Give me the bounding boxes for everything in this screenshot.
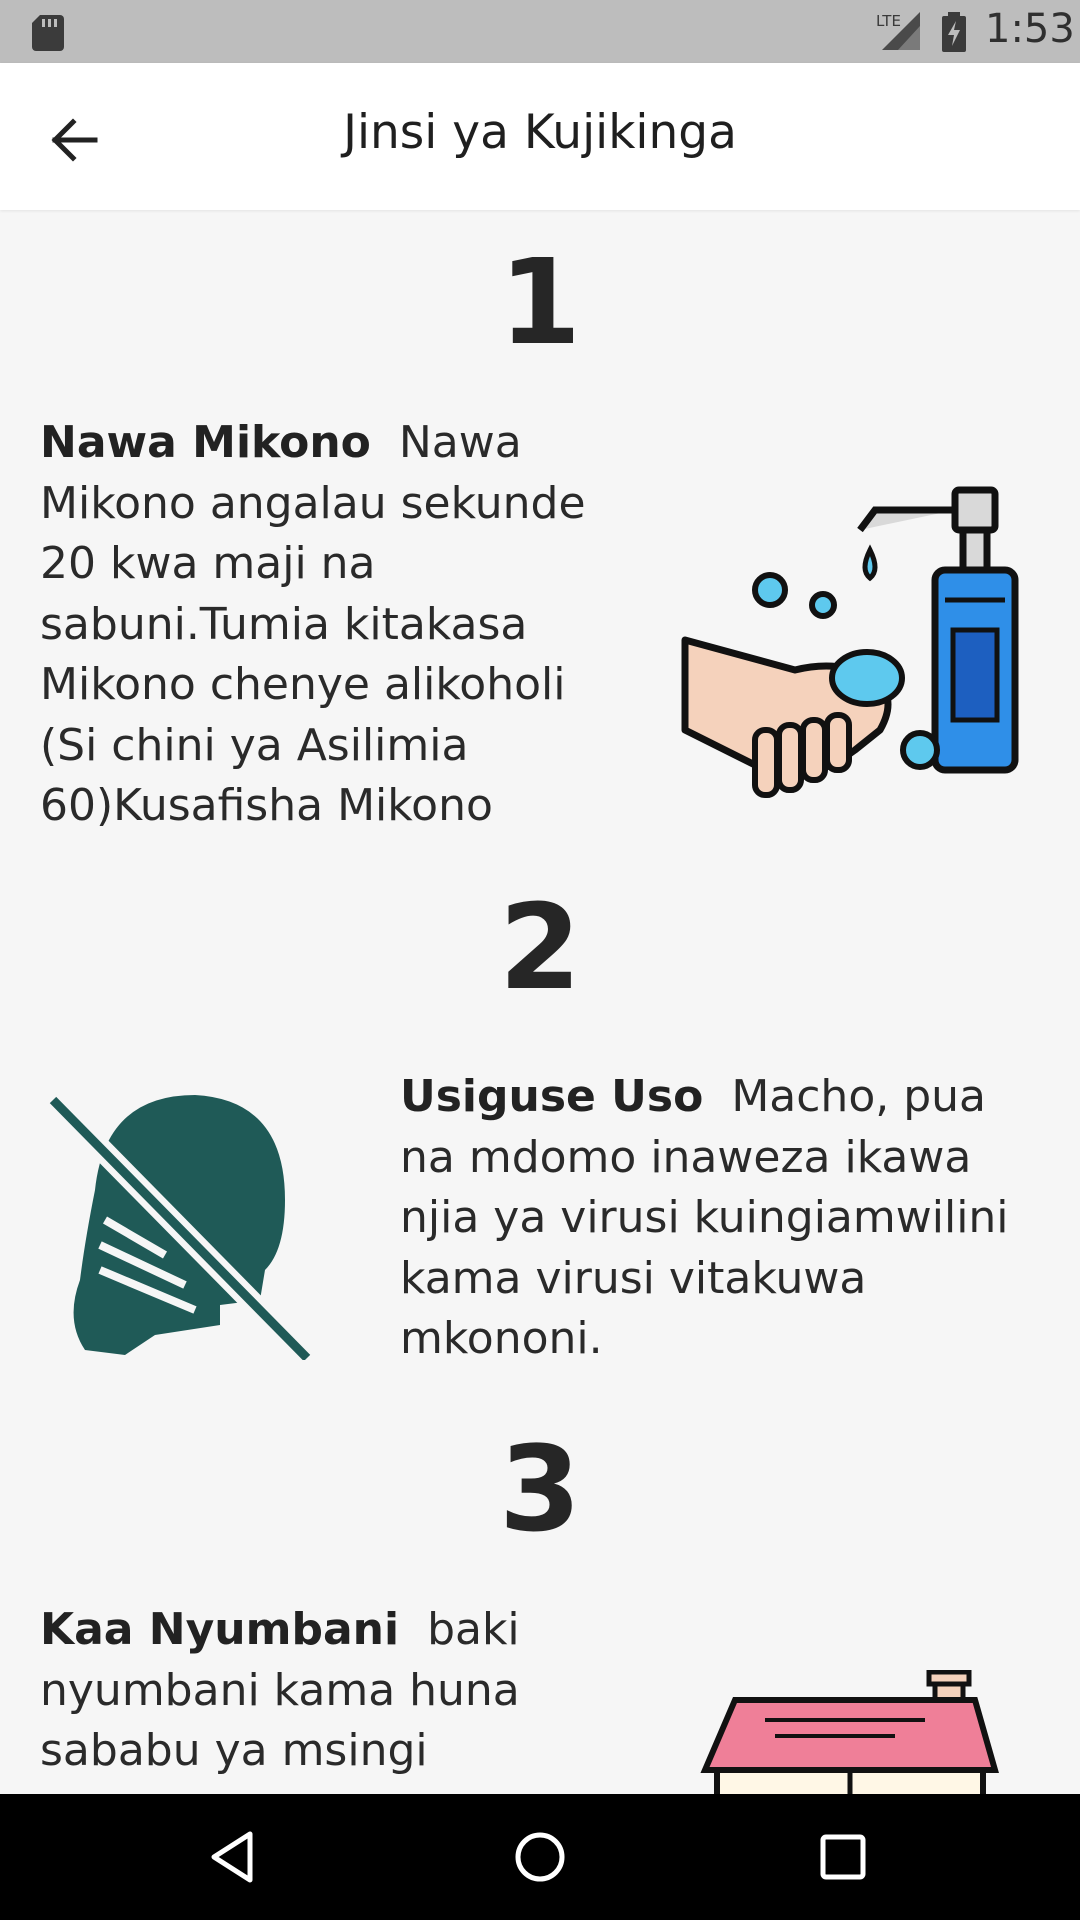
content-scroll[interactable]: 1 Nawa Mikono Nawa Mikono angalau sekund… [0, 210, 1080, 1794]
step-paragraph: Usiguse Uso Macho, pua na mdomo inaweza … [400, 1067, 1040, 1370]
nav-home-icon [515, 1832, 565, 1882]
nav-recents-icon [820, 1834, 866, 1880]
status-bar: LTE 1:53 [0, 0, 1080, 63]
signal-lte-icon: LTE [876, 12, 920, 50]
sd-card-icon [32, 15, 64, 51]
nav-back-icon [211, 1831, 253, 1883]
step-heading: Usiguse Uso [400, 1071, 704, 1122]
step-number: 1 [498, 233, 582, 371]
step-number: 3 [498, 1420, 582, 1558]
nav-back-button[interactable] [200, 1822, 270, 1892]
step-body: Nawa Mikono angalau sekunde 20 kwa maji … [40, 417, 586, 831]
battery-charging-icon [942, 12, 966, 52]
navigation-bar [0, 1794, 1080, 1920]
step-paragraph: Nawa Mikono Nawa Mikono angalau sekunde … [40, 413, 630, 837]
app-bar: Jinsi ya Kujikinga [0, 63, 1080, 210]
no-face-touching-icon [45, 1092, 315, 1360]
house-icon [700, 1670, 999, 1794]
step-heading: Kaa Nyumbani [40, 1604, 400, 1655]
svg-text:LTE: LTE [876, 12, 901, 30]
screen: LTE 1:53 Jinsi ya Kujikinga 1 Nawa Mikon… [0, 0, 1080, 1920]
clock: 1:53 [985, 6, 1075, 52]
step-heading: Nawa Mikono [40, 417, 371, 468]
step-number: 2 [498, 878, 582, 1016]
nav-recents-button[interactable] [808, 1822, 878, 1892]
hand-washing-icon [681, 486, 1019, 798]
step-paragraph: Kaa Nyumbani baki nyumbani kama huna sab… [40, 1600, 560, 1782]
page-title: Jinsi ya Kujikinga [343, 105, 737, 160]
nav-home-button[interactable] [505, 1822, 575, 1892]
